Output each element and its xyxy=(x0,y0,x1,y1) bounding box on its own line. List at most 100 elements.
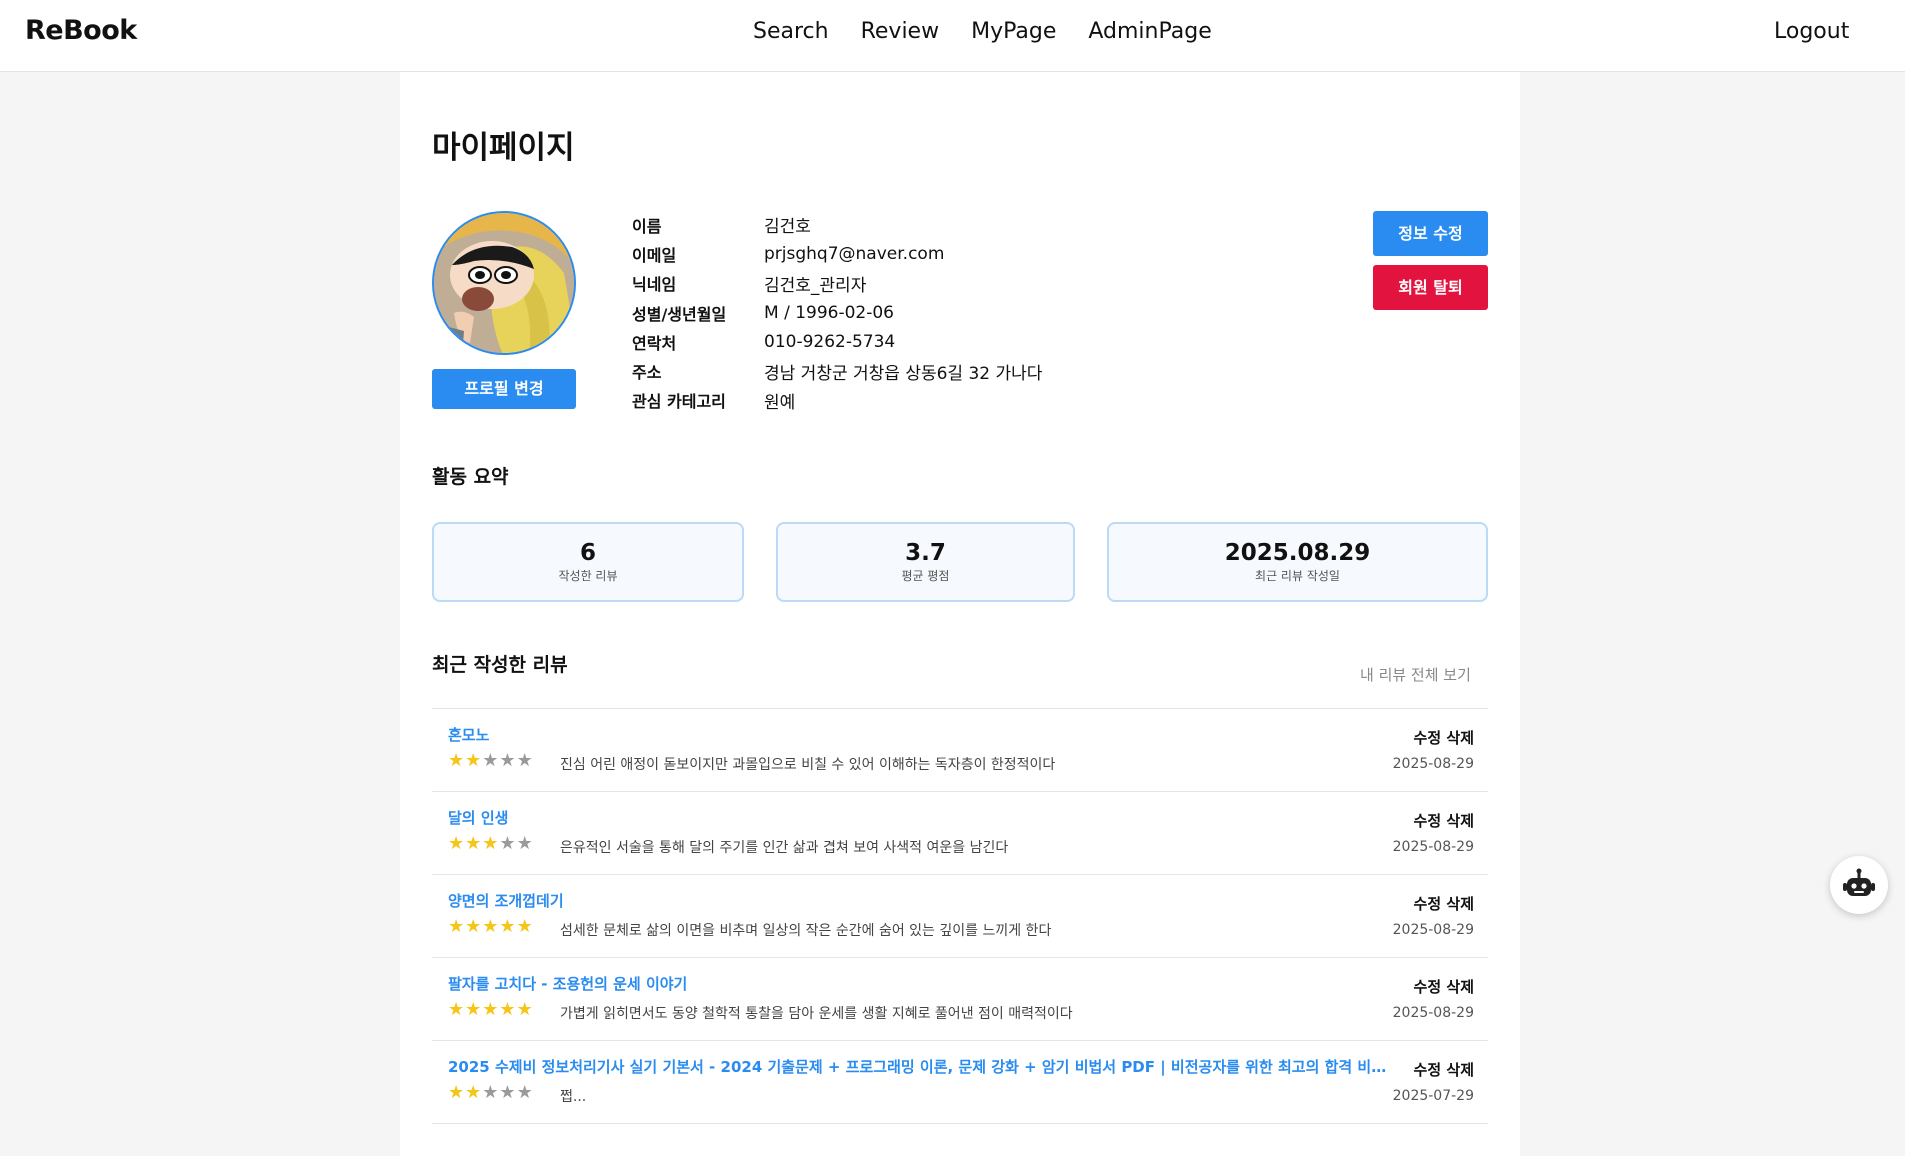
review-edit-button[interactable]: 수정 xyxy=(1414,895,1442,913)
info-row-phone: 연락처 010-9262-5734 xyxy=(632,327,1042,356)
review-book-title[interactable]: 혼모노 xyxy=(448,724,489,745)
star-filled-icon: ★ xyxy=(482,916,500,937)
review-text: 가볍게 읽히면서도 동양 철학적 통찰을 담아 운세를 생활 지혜로 풀어낸 점… xyxy=(560,1006,1073,1022)
review-item: 달의 인생 ★★★★★ 은유적인 서술을 통해 달의 주기를 인간 삶과 겹쳐 … xyxy=(432,792,1488,875)
review-book-title[interactable]: 팔자를 고치다 - 조용헌의 운세 이야기 xyxy=(448,973,687,994)
review-actions: 수정 삭제 xyxy=(1414,727,1474,748)
review-book-title[interactable]: 달의 인생 xyxy=(448,807,508,828)
info-value: 김건호_관리자 xyxy=(764,275,867,296)
stat-label: 작성한 리뷰 xyxy=(558,569,618,583)
star-rating: ★★★★★ xyxy=(448,917,534,937)
top-navbar: ReBook Search Review MyPage AdminPage Lo… xyxy=(0,0,1905,72)
review-delete-button[interactable]: 삭제 xyxy=(1446,812,1474,830)
star-filled-icon: ★ xyxy=(499,999,517,1020)
stat-value: 2025.08.29 xyxy=(1224,540,1371,566)
star-filled-icon: ★ xyxy=(516,916,534,937)
review-book-title[interactable]: 양면의 조개껍데기 xyxy=(448,890,564,911)
review-list: 혼모노 ★★★★★ 진심 어린 애정이 돋보이지만 과몰입으로 비칠 수 있어 … xyxy=(432,708,1488,1124)
review-edit-button[interactable]: 수정 xyxy=(1414,978,1442,996)
summary-title: 활동 요약 xyxy=(432,466,509,488)
review-text: 은유적인 서술을 통해 달의 주기를 인간 삶과 겹쳐 보여 사색적 여운을 남… xyxy=(560,840,1009,856)
info-label: 연락처 xyxy=(632,333,677,353)
info-label: 주소 xyxy=(632,363,662,383)
review-actions: 수정 삭제 xyxy=(1414,893,1474,914)
profile-info: 이름 김건호 이메일 prjsghq7@naver.com 닉네임 김건호_관리… xyxy=(632,210,1042,415)
nav-review[interactable]: Review xyxy=(861,19,940,44)
stat-label: 최근 리뷰 작성일 xyxy=(1255,569,1340,583)
stat-card-latest-date: 2025.08.29 최근 리뷰 작성일 xyxy=(1107,522,1488,602)
review-text: 진심 어린 애정이 돋보이지만 과몰입으로 비칠 수 있어 이해하는 독자층이 … xyxy=(560,757,1056,773)
info-row-email: 이메일 prjsghq7@naver.com xyxy=(632,239,1042,268)
review-book-title[interactable]: 2025 수제비 정보처리기사 실기 기본서 - 2024 기출문제 + 프로그… xyxy=(448,1056,1398,1077)
star-rating: ★★★★★ xyxy=(448,1083,534,1103)
info-value: M / 1996-02-06 xyxy=(764,302,894,323)
review-delete-button[interactable]: 삭제 xyxy=(1446,729,1474,747)
page-title: 마이페이지 xyxy=(432,130,575,166)
star-filled-icon: ★ xyxy=(465,999,483,1020)
edit-info-button[interactable]: 정보 수정 xyxy=(1373,211,1488,256)
star-empty-icon: ★ xyxy=(482,750,500,771)
withdraw-button[interactable]: 회원 탈퇴 xyxy=(1373,265,1488,310)
review-actions: 수정 삭제 xyxy=(1414,810,1474,831)
info-row-gender-birth: 성별/생년월일 M / 1996-02-06 xyxy=(632,298,1042,327)
review-item: 2025 수제비 정보처리기사 실기 기본서 - 2024 기출문제 + 프로그… xyxy=(432,1041,1488,1124)
star-filled-icon: ★ xyxy=(465,833,483,854)
star-filled-icon: ★ xyxy=(482,999,500,1020)
nav-mypage[interactable]: MyPage xyxy=(971,19,1056,44)
chatbot-button[interactable] xyxy=(1830,856,1888,914)
star-empty-icon: ★ xyxy=(516,1082,534,1103)
star-empty-icon: ★ xyxy=(516,750,534,771)
star-filled-icon: ★ xyxy=(448,1082,466,1103)
logout-link[interactable]: Logout xyxy=(1774,19,1849,44)
info-label: 이름 xyxy=(632,216,662,236)
info-value: 원예 xyxy=(764,392,796,413)
star-empty-icon: ★ xyxy=(499,833,517,854)
info-label: 성별/생년월일 xyxy=(632,304,727,324)
info-label: 닉네임 xyxy=(632,275,677,295)
star-filled-icon: ★ xyxy=(499,916,517,937)
info-value: 경남 거창군 거창읍 상동6길 32 가나다 xyxy=(764,363,1043,384)
star-filled-icon: ★ xyxy=(448,833,466,854)
review-date: 2025-08-29 xyxy=(1392,839,1474,855)
review-date: 2025-07-29 xyxy=(1392,1088,1474,1104)
star-filled-icon: ★ xyxy=(516,999,534,1020)
avatar xyxy=(432,211,576,355)
info-value: prjsghq7@naver.com xyxy=(764,243,945,264)
info-label: 이메일 xyxy=(632,245,677,265)
review-item: 양면의 조개껍데기 ★★★★★ 섬세한 문체로 삶의 이면을 비추며 일상의 작… xyxy=(432,875,1488,958)
brand-logo[interactable]: ReBook xyxy=(25,15,137,46)
star-filled-icon: ★ xyxy=(448,916,466,937)
review-date: 2025-08-29 xyxy=(1392,1005,1474,1021)
review-delete-button[interactable]: 삭제 xyxy=(1446,978,1474,996)
info-row-name: 이름 김건호 xyxy=(632,210,1042,239)
star-filled-icon: ★ xyxy=(465,1082,483,1103)
review-edit-button[interactable]: 수정 xyxy=(1414,812,1442,830)
info-row-category: 관심 카테고리 원예 xyxy=(632,386,1042,415)
review-delete-button[interactable]: 삭제 xyxy=(1446,895,1474,913)
stat-label: 평균 평점 xyxy=(901,569,950,583)
review-date: 2025-08-29 xyxy=(1392,922,1474,938)
star-filled-icon: ★ xyxy=(465,916,483,937)
robot-icon xyxy=(1843,868,1875,896)
info-label: 관심 카테고리 xyxy=(632,392,726,412)
change-profile-button[interactable]: 프로필 변경 xyxy=(432,369,576,409)
mypage-panel: 마이페이지 프로필 변경 이름 김건호 이메일 prjsghq7@naver.c… xyxy=(400,72,1520,1156)
star-filled-icon: ★ xyxy=(448,999,466,1020)
review-item: 혼모노 ★★★★★ 진심 어린 애정이 돋보이지만 과몰입으로 비칠 수 있어 … xyxy=(432,709,1488,792)
star-filled-icon: ★ xyxy=(465,750,483,771)
review-delete-button[interactable]: 삭제 xyxy=(1446,1061,1474,1079)
review-edit-button[interactable]: 수정 xyxy=(1414,1061,1442,1079)
info-value: 010-9262-5734 xyxy=(764,331,896,352)
stat-card-review-count: 6 작성한 리뷰 xyxy=(432,522,744,602)
review-item: 팔자를 고치다 - 조용헌의 운세 이야기 ★★★★★ 가볍게 읽히면서도 동양… xyxy=(432,958,1488,1041)
review-edit-button[interactable]: 수정 xyxy=(1414,729,1442,747)
info-value: 김건호 xyxy=(764,217,811,238)
info-row-nickname: 닉네임 김건호_관리자 xyxy=(632,269,1042,298)
nav-search[interactable]: Search xyxy=(753,19,829,44)
star-empty-icon: ★ xyxy=(482,1082,500,1103)
stat-value: 6 xyxy=(579,540,596,566)
view-all-reviews-link[interactable]: 내 리뷰 전체 보기 xyxy=(1360,664,1471,685)
stat-value: 3.7 xyxy=(905,540,946,566)
nav-adminpage[interactable]: AdminPage xyxy=(1088,19,1211,44)
star-empty-icon: ★ xyxy=(499,1082,517,1103)
